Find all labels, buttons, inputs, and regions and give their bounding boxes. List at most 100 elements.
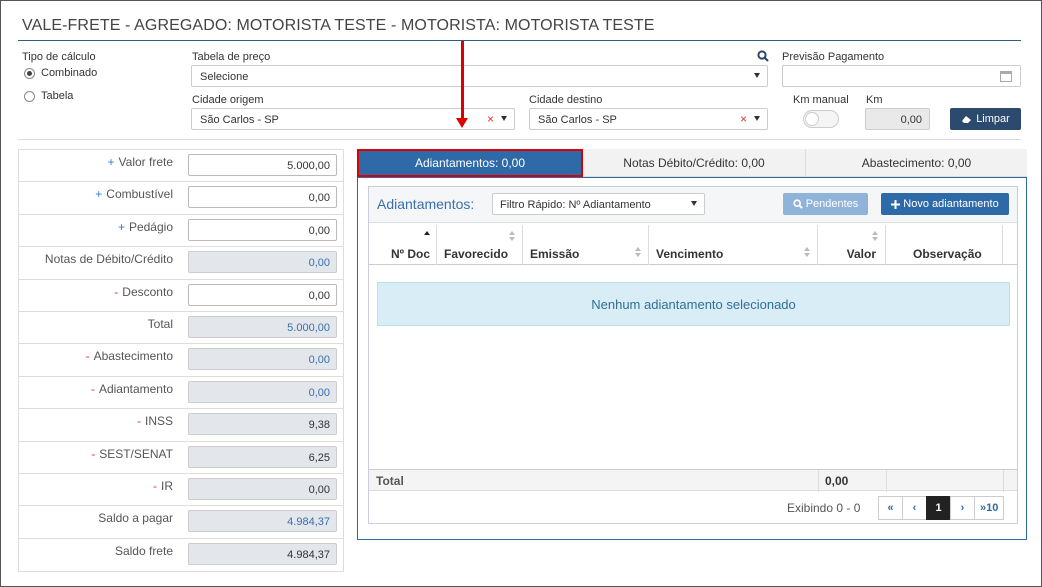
sort-icon: [804, 247, 810, 257]
value-row-label: + Valor frete: [108, 155, 173, 169]
page-current-button[interactable]: 1: [926, 496, 951, 520]
value-field[interactable]: 0,00: [188, 283, 337, 306]
previsao-label: Previsão Pagamento: [782, 51, 885, 63]
column-header-favorecido[interactable]: Favorecido: [437, 225, 523, 265]
tabela-preco-label: Tabela de preço: [192, 51, 271, 63]
value-field: 9,38: [188, 413, 337, 436]
value-row: - IR 0,00: [19, 474, 343, 507]
value-row: Total 5.000,00: [19, 312, 343, 345]
value-field[interactable]: 0,00: [188, 218, 337, 241]
value-label-text: Combustível: [106, 187, 173, 202]
plus-icon: [891, 199, 901, 209]
value-label-text: Valor frete: [118, 155, 173, 169]
cidade-origem-label: Cidade origem: [192, 94, 264, 106]
radio-tabela[interactable]: Tabela: [24, 90, 73, 102]
value-label-text: Abastecimento: [93, 349, 173, 364]
radio-unselected-icon: [24, 90, 35, 102]
tab-abastecimento[interactable]: Abastecimento: 0,00: [805, 149, 1027, 177]
value-row: - Abastecimento 0,00: [19, 344, 343, 377]
cidade-origem-value: São Carlos - SP: [200, 114, 279, 126]
minus-sign: -: [114, 284, 119, 299]
value-field[interactable]: 5.000,00: [188, 154, 337, 176]
calendar-icon[interactable]: [1000, 71, 1012, 82]
minus-sign: -: [136, 414, 141, 429]
limpar-button[interactable]: Limpar: [950, 108, 1021, 130]
toggle-knob: [805, 112, 819, 126]
novo-adiantamento-button[interactable]: Novo adiantamento: [881, 193, 1009, 215]
minus-sign: -: [153, 478, 157, 493]
grid-footer: Total 0,00: [369, 469, 1017, 492]
value-label-text: INSS: [144, 414, 173, 429]
sort-icon: [872, 231, 878, 241]
page-next-button[interactable]: ›: [950, 496, 975, 520]
column-header-valor[interactable]: Valor: [818, 225, 886, 265]
column-emissao-label: Emissão: [530, 247, 580, 261]
total-value: 0,00: [825, 474, 849, 488]
km-manual-label: Km manual: [793, 94, 849, 106]
column-header-ndoc[interactable]: Nº Doc: [369, 225, 437, 265]
adiantamentos-panel: Adiantamentos: Filtro Rápido: Nº Adianta…: [368, 186, 1018, 524]
page-title: VALE-FRETE - AGREGADO: MOTORISTA TESTE -…: [22, 17, 655, 34]
empty-message: Nenhum adiantamento selecionado: [377, 282, 1010, 326]
value-field[interactable]: 0,00: [188, 186, 337, 209]
column-header-observacao[interactable]: Observação: [886, 225, 1003, 265]
value-field: 0,00: [188, 348, 337, 371]
column-header-vencimento[interactable]: Vencimento: [649, 225, 818, 265]
footer-divider: [1003, 470, 1004, 492]
cidade-destino-label: Cidade destino: [529, 94, 603, 106]
page-last-button[interactable]: »10: [974, 496, 1005, 520]
value-row: Notas de Débito/Crédito 0,00: [19, 247, 343, 280]
tab-notas-debito-credito[interactable]: Notas Débito/Crédito: 0,00: [583, 149, 805, 177]
clear-icon[interactable]: ×: [487, 112, 494, 126]
limpar-label: Limpar: [976, 113, 1010, 125]
km-manual-toggle[interactable]: [803, 110, 839, 128]
tab-adiantamentos[interactable]: Adiantamentos: 0,00: [357, 149, 583, 177]
pendentes-button[interactable]: Pendentes: [783, 193, 868, 215]
value-row-label: - Desconto: [114, 285, 173, 299]
filtro-rapido-select[interactable]: Filtro Rápido: Nº Adiantamento: [492, 193, 705, 215]
value-row-label: Total: [148, 317, 173, 331]
minus-sign: -: [90, 381, 95, 396]
value-row-label: - IR: [153, 479, 173, 493]
value-row: - Desconto 0,00: [19, 280, 343, 312]
search-icon: [793, 199, 803, 209]
clear-icon[interactable]: ×: [740, 112, 747, 126]
value-row: - Adiantamento 0,00: [19, 377, 343, 410]
value-row-label: - INSS: [137, 414, 173, 428]
column-observacao-label: Observação: [913, 247, 982, 261]
section-divider: [18, 139, 1021, 140]
radio-tabela-label: Tabela: [41, 90, 74, 102]
value-field: 0,00: [188, 380, 337, 403]
value-label-text: Pedágio: [128, 219, 173, 234]
value-row-label: Saldo a pagar: [98, 511, 173, 525]
plus-sign: +: [117, 219, 125, 234]
value-row: - SEST/SENAT 6,25: [19, 442, 343, 474]
value-field: 0,00: [188, 477, 337, 500]
search-icon[interactable]: [757, 50, 769, 62]
value-row: + Valor frete 5.000,00: [19, 150, 343, 183]
value-label-text: IR: [161, 478, 173, 493]
page-prev-button[interactable]: ‹: [902, 496, 927, 520]
value-label-text: Total: [147, 316, 173, 331]
sort-asc-icon: [424, 231, 430, 241]
value-field: 5.000,00: [188, 315, 337, 338]
value-field: 6,25: [188, 445, 337, 468]
value-row-label: Notas de Débito/Crédito: [45, 252, 173, 266]
radio-combinado[interactable]: Combinado: [24, 67, 97, 79]
minus-sign: -: [91, 446, 96, 461]
value-row: + Combustível 0,00: [19, 182, 343, 215]
km-label: Km: [866, 94, 883, 106]
chevron-down-icon: [501, 116, 507, 121]
column-header-emissao[interactable]: Emissão: [523, 225, 649, 265]
value-row-label: + Combustível: [95, 187, 173, 201]
cidade-destino-select[interactable]: São Carlos - SP ×: [529, 108, 768, 130]
value-label-text: Saldo frete: [114, 543, 173, 558]
previsao-pagamento-input[interactable]: [782, 65, 1021, 87]
page-first-button[interactable]: «: [878, 496, 903, 520]
plus-sign: +: [95, 187, 103, 202]
annotation-arrow-head: [456, 118, 468, 128]
chevron-down-icon: [754, 116, 760, 121]
value-field: 0,00: [188, 251, 337, 274]
tabela-preco-select[interactable]: Selecione: [191, 65, 768, 87]
footer-divider: [886, 470, 887, 492]
